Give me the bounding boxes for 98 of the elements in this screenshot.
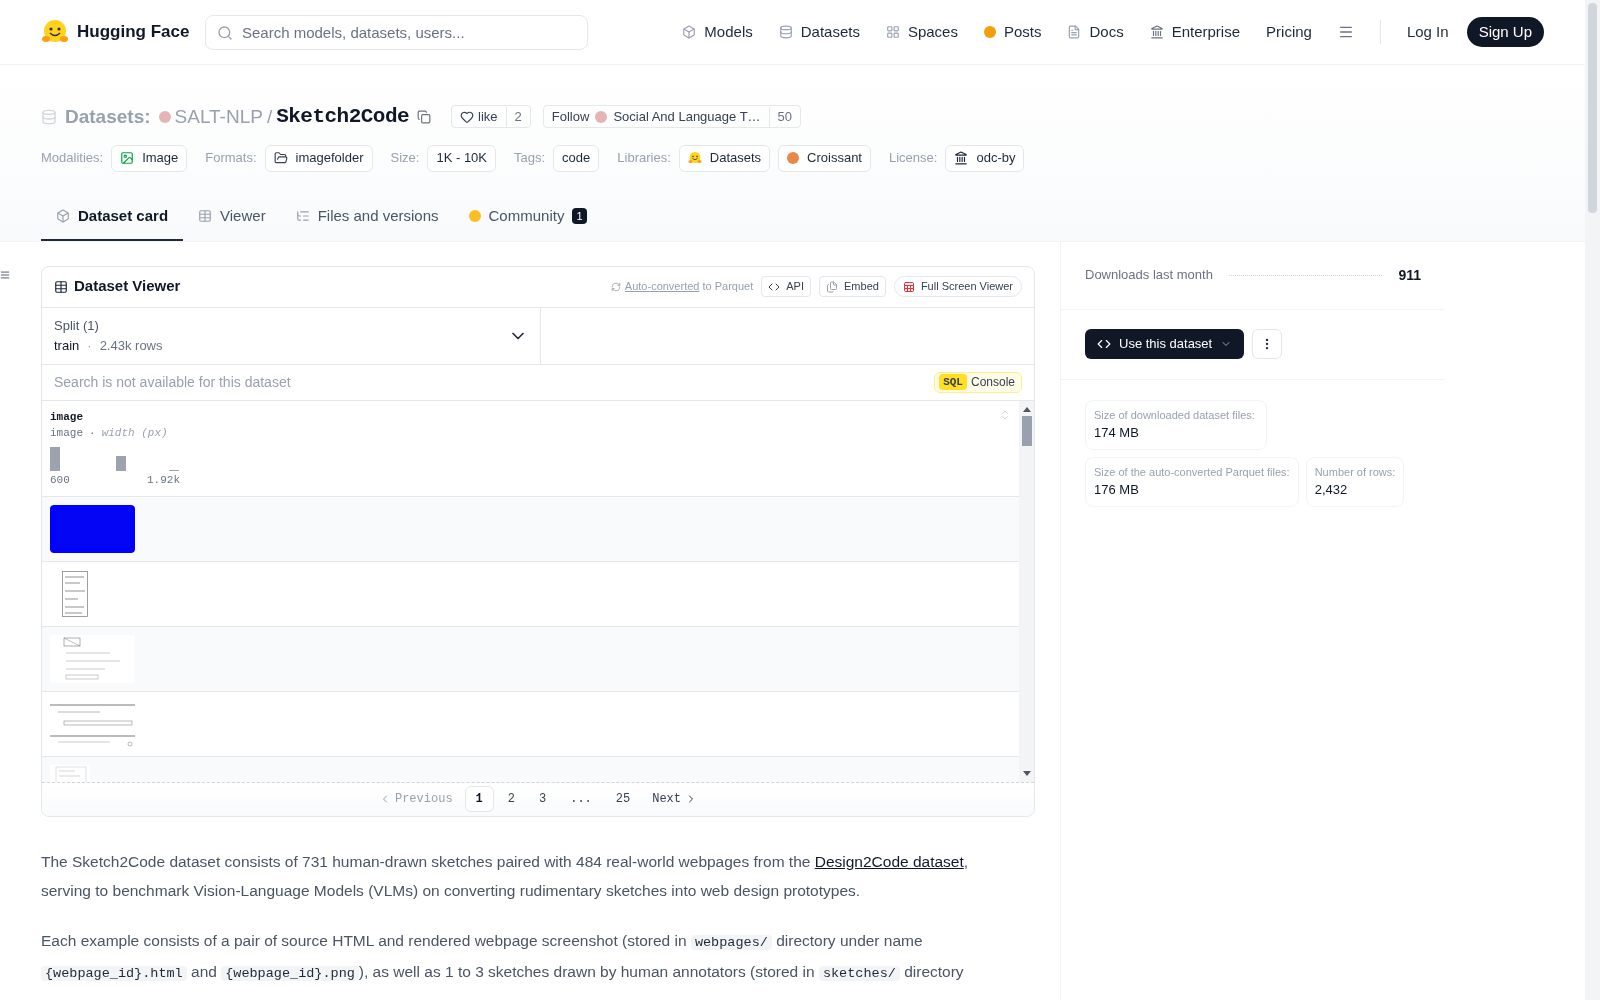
- split-dropdown[interactable]: Split (1) train · 2.43k rows: [42, 307, 541, 364]
- viewer-button[interactable]: Embed: [819, 276, 886, 297]
- paragraph: Each example consists of a pair of source HTML and rendered webpage screenshot (stored in webpages/ directory under name {webpage_id}.html and {webpage_id}.png ), as well as 1 to 3 sketches drawn by human annotators (stored in sketches/ directory: [41, 930, 965, 983]
- page-link[interactable]: 1: [464, 786, 494, 812]
- nav-link[interactable]: Enterprise: [1149, 20, 1241, 44]
- stat-card: Size of the auto-converted Parquet files: 176 MB: [1085, 456, 1299, 507]
- meta-label: Libraries:: [617, 149, 671, 168]
- scroll-down-icon[interactable]: [1022, 770, 1031, 776]
- downloads-count: 911: [1398, 265, 1421, 285]
- files-icon: [826, 280, 838, 293]
- code-icon: [1097, 337, 1111, 351]
- cube-icon: [56, 209, 70, 223]
- tab[interactable]: Viewer: [183, 193, 281, 241]
- meta-label: Modalities:: [41, 149, 104, 168]
- scroll-up-icon[interactable]: [1022, 406, 1031, 412]
- follow-button[interactable]: Follow Social And Language T…: [543, 107, 769, 127]
- nav-link[interactable]: Spaces: [885, 20, 958, 44]
- page-link[interactable]: ...: [560, 786, 602, 812]
- viewer-title: Dataset Viewer: [74, 276, 181, 297]
- scroll-thumb[interactable]: [1021, 415, 1032, 446]
- like-button[interactable]: like: [452, 107, 506, 127]
- column-type: image: [50, 426, 83, 441]
- sql-console-button[interactable]: SQL Console: [934, 371, 1022, 393]
- cube-icon: [682, 25, 697, 39]
- axis-label: 600: [50, 472, 70, 488]
- meta-label: License:: [889, 149, 938, 168]
- viewer-button[interactable]: API: [761, 276, 811, 297]
- stat-card: Size of downloaded dataset files: 174 MB: [1085, 399, 1267, 450]
- brand-name[interactable]: Hugging Face: [77, 19, 190, 45]
- stat-card: Number of rows: 2,432: [1305, 456, 1405, 507]
- login-link[interactable]: Log In: [1406, 20, 1449, 44]
- search-icon: [217, 24, 233, 41]
- folder-icon: [273, 151, 288, 165]
- heart-icon: [460, 109, 475, 124]
- bank-icon: [954, 151, 969, 165]
- meta-label: Size:: [390, 149, 420, 168]
- more-button[interactable]: [1252, 329, 1283, 359]
- page-link[interactable]: 3: [529, 786, 557, 812]
- downloads-label: Downloads last month: [1085, 266, 1213, 285]
- smiley-icon: [687, 151, 702, 165]
- image-icon: [120, 151, 135, 165]
- tag-chip[interactable]: Image: [111, 144, 188, 172]
- org-avatar: [158, 110, 171, 123]
- tab[interactable]: Dataset card: [41, 193, 184, 241]
- nav-link[interactable]: Posts: [983, 20, 1042, 44]
- nav-link[interactable]: Models: [682, 20, 753, 44]
- page-scrollbar[interactable]: [1585, 0, 1600, 1000]
- dataset-title[interactable]: Sketch2Code: [276, 101, 410, 133]
- paragraph: The Sketch2Code dataset consists of 731 human-drawn sketches paired with 484 real-world webpages from the Design2Code dataset, serving to benchmark Vision-Language Models (VLMs) on converting rudimentary sketches into web design prototypes.: [41, 851, 970, 901]
- document-icon: [1067, 25, 1082, 39]
- tag-chip[interactable]: Datasets: [678, 144, 771, 172]
- count-badge: 1: [572, 207, 587, 225]
- database-icon: [41, 108, 57, 125]
- tag-chip[interactable]: odc-by: [945, 144, 1025, 172]
- dot-separator: ·: [89, 426, 96, 441]
- axis-label: 1.92k: [147, 472, 180, 488]
- file-list-icon: [295, 209, 310, 223]
- next-link[interactable]: Next: [644, 790, 705, 808]
- use-dataset-button[interactable]: Use this dataset: [1085, 329, 1245, 359]
- toc-icon[interactable]: [0, 269, 10, 280]
- tab[interactable]: Community 1: [453, 193, 602, 241]
- tab[interactable]: Files and versions: [280, 193, 454, 241]
- nav-link[interactable]: Docs: [1067, 20, 1124, 44]
- table-icon: [198, 209, 213, 223]
- grid-icon: [885, 25, 900, 39]
- org-name: Social And Language T…: [613, 108, 761, 126]
- page-link[interactable]: 2: [497, 786, 525, 812]
- tag-chip[interactable]: 1K - 10K: [427, 144, 496, 172]
- column-name: image: [50, 409, 83, 425]
- table-icon: [54, 279, 68, 294]
- copy-icon[interactable]: [417, 109, 432, 124]
- dataset-link[interactable]: Design2Code dataset: [814, 852, 964, 870]
- search-field[interactable]: Search models, datasets, users...: [205, 14, 588, 50]
- nav-link[interactable]: Pricing: [1266, 20, 1312, 44]
- like-count: 2: [505, 107, 530, 127]
- signup-button[interactable]: Sign Up: [1466, 16, 1544, 48]
- auto-converted-note: Auto-converted to Parquet: [624, 279, 754, 295]
- table-icon: [902, 280, 915, 293]
- follower-count: 50: [768, 107, 801, 127]
- org-avatar: [595, 110, 608, 123]
- meta-label: Tags:: [514, 149, 546, 168]
- nav-link[interactable]: Datasets: [778, 20, 860, 44]
- building-icon: [1149, 25, 1164, 39]
- scroll-thumb[interactable]: [1588, 3, 1597, 213]
- meta-label: Formats:: [205, 149, 257, 168]
- scrollbar[interactable]: [1019, 400, 1034, 782]
- repo-type-label: Datasets:: [65, 104, 151, 129]
- menu-icon[interactable]: [1337, 24, 1354, 40]
- community-icon: [468, 210, 481, 222]
- tag-chip[interactable]: code: [553, 144, 600, 172]
- database-icon: [778, 25, 793, 39]
- sort-icon[interactable]: [999, 408, 1011, 421]
- column-stat: width (px): [101, 426, 168, 441]
- sync-icon: [610, 281, 621, 292]
- tag-chip[interactable]: Croissant: [778, 144, 871, 172]
- tag-chip[interactable]: imagefolder: [264, 144, 373, 172]
- path-separator: /: [266, 104, 273, 129]
- page-link[interactable]: 25: [605, 786, 641, 812]
